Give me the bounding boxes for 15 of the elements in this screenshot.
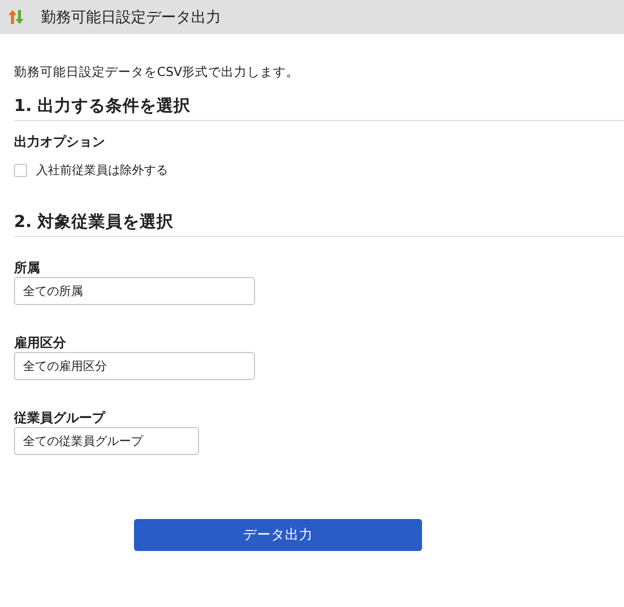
- up-down-arrows-icon: [8, 9, 24, 25]
- section-heading: 2. 対象従業員を選択: [14, 211, 174, 233]
- select-field[interactable]: 全ての雇用区分: [14, 352, 255, 380]
- field-label: 所属: [14, 260, 40, 277]
- select-field[interactable]: 全ての従業員グループ: [14, 427, 199, 455]
- select-field[interactable]: 全ての所属: [14, 277, 255, 305]
- field-label: 雇用区分: [14, 335, 66, 352]
- page-title: 勤務可能日設定データ出力: [41, 8, 221, 26]
- checkbox-label: 入社前従業員は除外する: [36, 162, 168, 178]
- description-text: 勤務可能日設定データをCSV形式で出力します。: [14, 63, 300, 81]
- section-heading: 1. 出力する条件を選択: [14, 95, 190, 117]
- field-label: 従業員グループ: [14, 410, 105, 427]
- checkbox[interactable]: [14, 164, 27, 176]
- option-subheading: 出力オプション: [14, 134, 105, 152]
- export-button[interactable]: データ出力: [134, 519, 422, 551]
